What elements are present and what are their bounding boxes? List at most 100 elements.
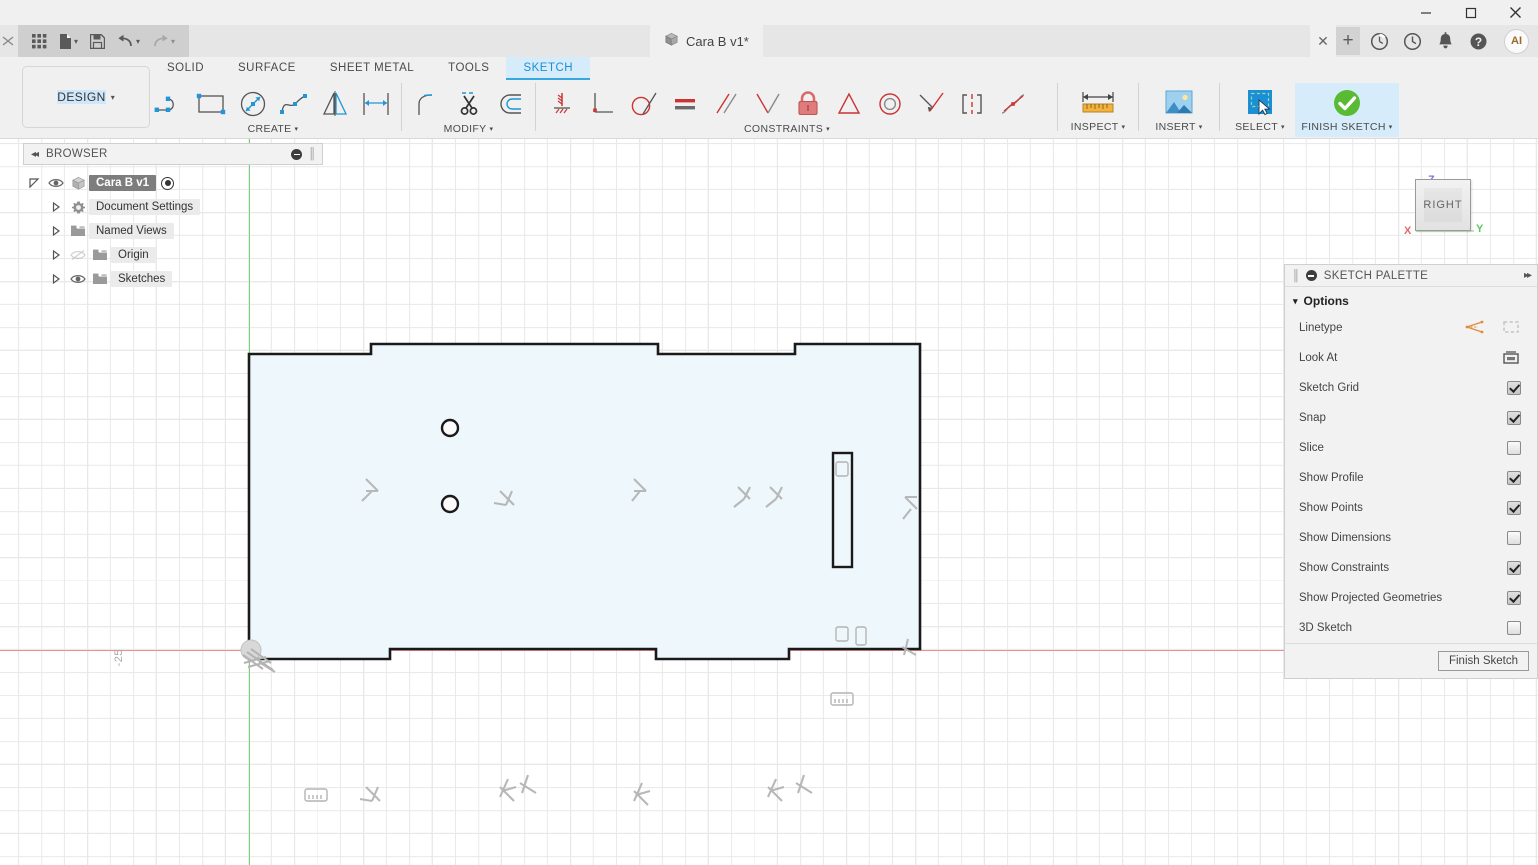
finish-sketch-panel[interactable]: FINISH SKETCH ▾	[1295, 83, 1399, 137]
design-workspace-selector[interactable]: DESIGN ▾	[22, 66, 150, 128]
notifications-bell-icon[interactable]	[1434, 30, 1456, 52]
activate-component-radio[interactable]	[161, 177, 174, 190]
symmetry-constraint-icon[interactable]	[951, 83, 992, 125]
circle-tool-icon[interactable]	[232, 83, 273, 125]
horizontal-vertical-constraint-icon[interactable]	[746, 83, 787, 125]
sketch-canvas[interactable]: 75 50 25 -25	[0, 139, 1538, 865]
tree-row-named-views[interactable]: Named Views	[23, 219, 323, 243]
collinear-constraint-icon[interactable]	[910, 83, 951, 125]
modify-panel-label[interactable]: MODIFY ▾	[444, 123, 494, 135]
tree-row-sketches[interactable]: Sketches	[23, 267, 323, 291]
document-tab[interactable]: Cara B v1*	[650, 25, 763, 57]
select-cursor-icon[interactable]	[1243, 83, 1277, 123]
line-tool-icon[interactable]	[150, 83, 191, 125]
perpendicular-constraint-icon[interactable]	[582, 83, 623, 125]
grid-apps-icon[interactable]	[26, 25, 53, 57]
close-button[interactable]	[1493, 0, 1538, 25]
expand-arrow-icon[interactable]	[45, 273, 67, 285]
close-document-tab-button[interactable]: ✕	[1310, 25, 1336, 57]
new-document-tab-button[interactable]: +	[1336, 27, 1360, 55]
save-icon[interactable]	[84, 25, 111, 57]
new-file-icon[interactable]: ▾	[53, 25, 84, 57]
ground-constraint-icon[interactable]	[541, 83, 582, 125]
maximize-button[interactable]	[1448, 0, 1493, 25]
tangent-constraint-icon[interactable]	[623, 83, 664, 125]
visibility-hidden-eye-icon[interactable]	[67, 249, 89, 261]
minimize-palette-icon[interactable]	[1306, 270, 1317, 281]
recent-activity-icon[interactable]	[1401, 30, 1423, 52]
fix-lock-constraint-icon[interactable]	[787, 83, 828, 125]
tab-solid[interactable]: SOLID	[150, 57, 221, 79]
parallel-constraint-icon[interactable]	[705, 83, 746, 125]
tree-item-label-named-views[interactable]: Named Views	[89, 223, 174, 239]
expand-arrow-icon[interactable]	[45, 201, 67, 213]
construction-linetype-icon[interactable]	[1501, 318, 1521, 339]
create-panel-label[interactable]: CREATE ▾	[248, 123, 299, 135]
select-panel[interactable]: SELECT ▾	[1225, 83, 1295, 133]
user-avatar[interactable]: AI	[1504, 29, 1529, 54]
curvature-constraint-icon[interactable]	[992, 83, 1033, 125]
help-icon[interactable]: ?	[1467, 30, 1489, 52]
visibility-eye-icon[interactable]	[67, 273, 89, 285]
concentric-constraint-icon[interactable]	[869, 83, 910, 125]
tree-row-root[interactable]: Cara B v1	[23, 171, 323, 195]
slice-checkbox[interactable]	[1507, 441, 1521, 455]
minimize-button[interactable]	[1403, 0, 1448, 25]
expand-arrow-icon[interactable]	[45, 225, 67, 237]
green-check-icon[interactable]	[1330, 83, 1364, 123]
show-points-checkbox[interactable]	[1507, 501, 1521, 515]
insert-panel-label[interactable]: INSERT ▾	[1155, 121, 1202, 133]
options-section-header[interactable]: ▾ Options	[1285, 287, 1537, 313]
constraints-panel-label[interactable]: CONSTRAINTS ▾	[744, 123, 830, 135]
measure-ruler-icon[interactable]	[1077, 83, 1119, 123]
palette-resize-grip[interactable]: ║	[1292, 270, 1299, 282]
snap-checkbox[interactable]	[1507, 411, 1521, 425]
rectangle-tool-icon[interactable]	[191, 83, 232, 125]
tab-sketch[interactable]: SKETCH	[506, 57, 590, 79]
tree-row-origin[interactable]: Origin	[23, 243, 323, 267]
tab-tools[interactable]: TOOLS	[431, 57, 506, 79]
show-profile-checkbox[interactable]	[1507, 471, 1521, 485]
undo-icon[interactable]: ▾	[111, 25, 146, 57]
minimize-browser-icon[interactable]	[291, 149, 302, 160]
expand-arrow-icon[interactable]	[23, 177, 45, 189]
look-at-icon[interactable]	[1501, 348, 1521, 369]
viewcube-face[interactable]: RIGHT	[1415, 179, 1471, 231]
equal-constraint-icon[interactable]	[664, 83, 705, 125]
finish-sketch-label[interactable]: FINISH SKETCH ▾	[1301, 121, 1392, 133]
job-status-icon[interactable]	[1368, 30, 1390, 52]
redo-icon[interactable]: ▾	[146, 25, 181, 57]
sketch-grid-checkbox[interactable]	[1507, 381, 1521, 395]
rectangular-pattern-icon[interactable]	[355, 83, 396, 125]
finish-sketch-button[interactable]: Finish Sketch	[1438, 651, 1529, 671]
fillet-tool-icon[interactable]	[407, 83, 448, 125]
tab-surface[interactable]: SURFACE	[221, 57, 313, 79]
spline-tool-icon[interactable]	[273, 83, 314, 125]
insert-image-icon[interactable]	[1162, 83, 1196, 123]
insert-panel[interactable]: INSERT ▾	[1144, 83, 1214, 133]
trim-scissors-icon[interactable]	[448, 83, 489, 125]
3d-sketch-checkbox[interactable]	[1507, 621, 1521, 635]
visibility-eye-icon[interactable]	[45, 177, 67, 189]
tree-item-label-document-settings[interactable]: Document Settings	[89, 199, 200, 215]
midpoint-constraint-icon[interactable]	[828, 83, 869, 125]
browser-resize-grip[interactable]: ║	[308, 148, 315, 160]
show-dimensions-checkbox[interactable]	[1507, 531, 1521, 545]
expand-arrow-icon[interactable]	[45, 249, 67, 261]
select-panel-label[interactable]: SELECT ▾	[1235, 121, 1285, 133]
show-projected-geometries-checkbox[interactable]	[1507, 591, 1521, 605]
tab-sheet-metal[interactable]: SHEET METAL	[313, 57, 431, 79]
tree-item-label-root[interactable]: Cara B v1	[89, 175, 156, 191]
view-cube[interactable]: Z Y X RIGHT	[1402, 157, 1494, 249]
expand-palette-icon[interactable]: ▸▸	[1524, 270, 1530, 281]
normal-linetype-icon[interactable]	[1465, 318, 1485, 339]
inspect-panel-label[interactable]: INSPECT ▾	[1071, 121, 1126, 133]
offset-tool-icon[interactable]	[489, 83, 530, 125]
inspect-panel[interactable]: INSPECT ▾	[1063, 83, 1133, 133]
tree-item-label-origin[interactable]: Origin	[111, 247, 156, 263]
show-constraints-checkbox[interactable]	[1507, 561, 1521, 575]
mirror-tool-icon[interactable]	[314, 83, 355, 125]
collapse-browser-icon[interactable]: ◂◂	[31, 149, 37, 160]
tree-item-label-sketches[interactable]: Sketches	[111, 271, 172, 287]
tree-row-document-settings[interactable]: Document Settings	[23, 195, 323, 219]
